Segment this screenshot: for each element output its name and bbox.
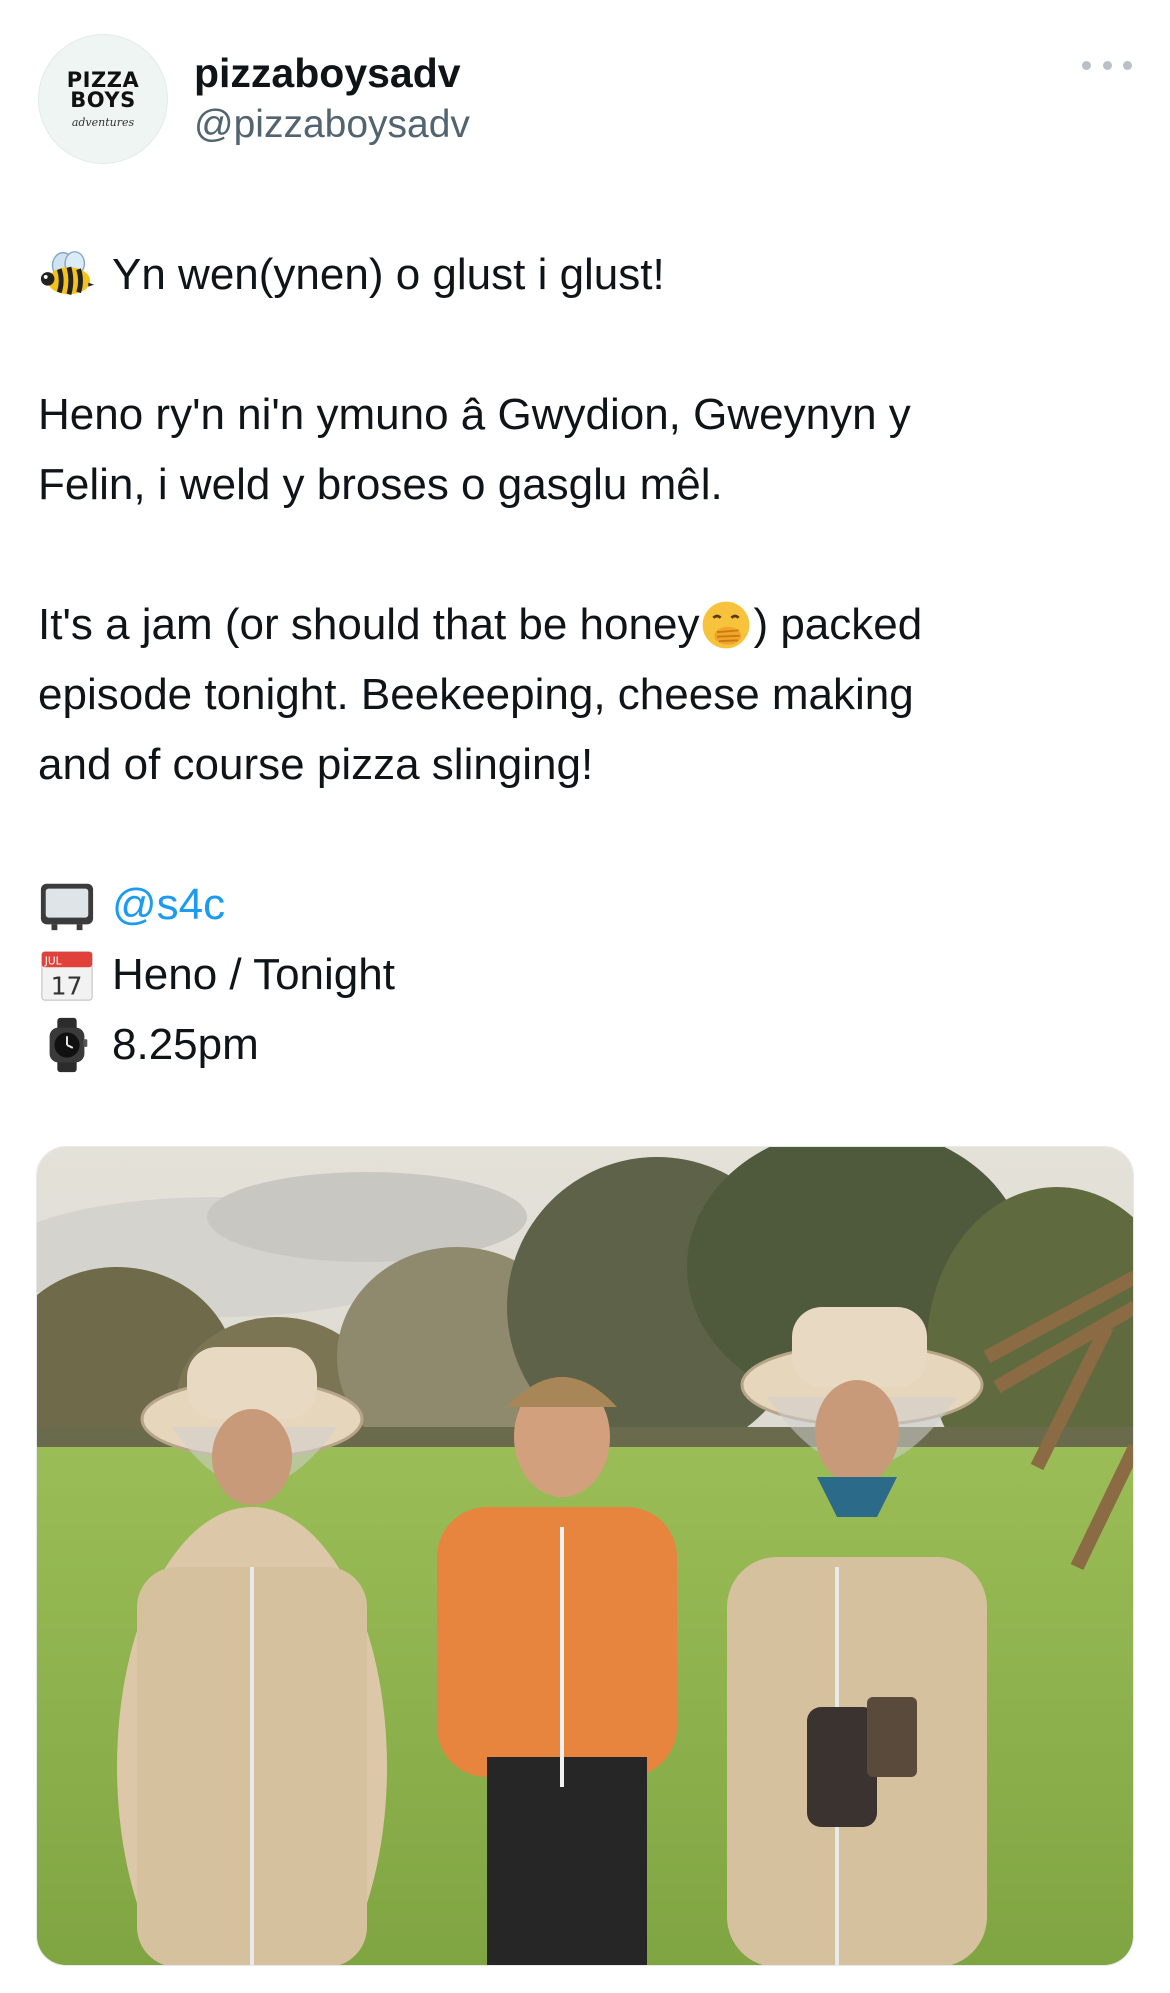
calendar-month: JUL xyxy=(44,954,62,967)
calendar-icon: JUL 17 xyxy=(41,951,93,1001)
calendar-day: 17 xyxy=(51,971,83,1000)
tweet-line-2: Heno ry'n ni'n ymuno â Gwydion, Gweynyn … xyxy=(38,390,911,439)
beekeepers-photo xyxy=(37,1147,1133,1965)
tweet-line-4a: It's a jam (or should that be honey xyxy=(38,600,700,649)
tweet-line-4b: ) packed xyxy=(753,600,923,649)
television-icon xyxy=(40,883,94,931)
avatar-text-line3: adventures xyxy=(71,115,135,129)
more-icon[interactable] xyxy=(1082,50,1132,80)
mention-link[interactable]: @s4c xyxy=(112,870,225,940)
tweet: PIZZA BOYS adventures pizzaboysadv @pizz… xyxy=(0,0,1170,1993)
tweet-photo[interactable] xyxy=(36,1146,1134,1966)
tweet-line-3: Felin, i weld y broses o gasglu mêl. xyxy=(38,460,723,509)
user-handle[interactable]: @pizzaboysadv xyxy=(194,103,470,147)
avatar-text-line2: BOYS xyxy=(70,87,136,112)
face-with-hand-over-mouth-icon xyxy=(703,601,750,649)
time-line: 8.25pm xyxy=(112,1020,259,1069)
watch-icon xyxy=(49,1017,88,1073)
avatar[interactable]: PIZZA BOYS adventures xyxy=(38,34,168,164)
display-name[interactable]: pizzaboysadv xyxy=(194,50,461,97)
tweet-line-5: episode tonight. Beekeeping, cheese maki… xyxy=(38,670,914,719)
avatar-text-line1: PIZZA xyxy=(66,67,140,92)
tweet-line-6: and of course pizza slinging! xyxy=(38,740,594,789)
tweet-line-1: Yn wen(ynen) o glust i glust! xyxy=(112,250,665,299)
bee-icon xyxy=(40,251,95,295)
tweet-text: Yn wen(ynen) o glust i glust! Heno ry'n … xyxy=(38,240,1138,1080)
date-line: Heno / Tonight xyxy=(112,950,395,999)
